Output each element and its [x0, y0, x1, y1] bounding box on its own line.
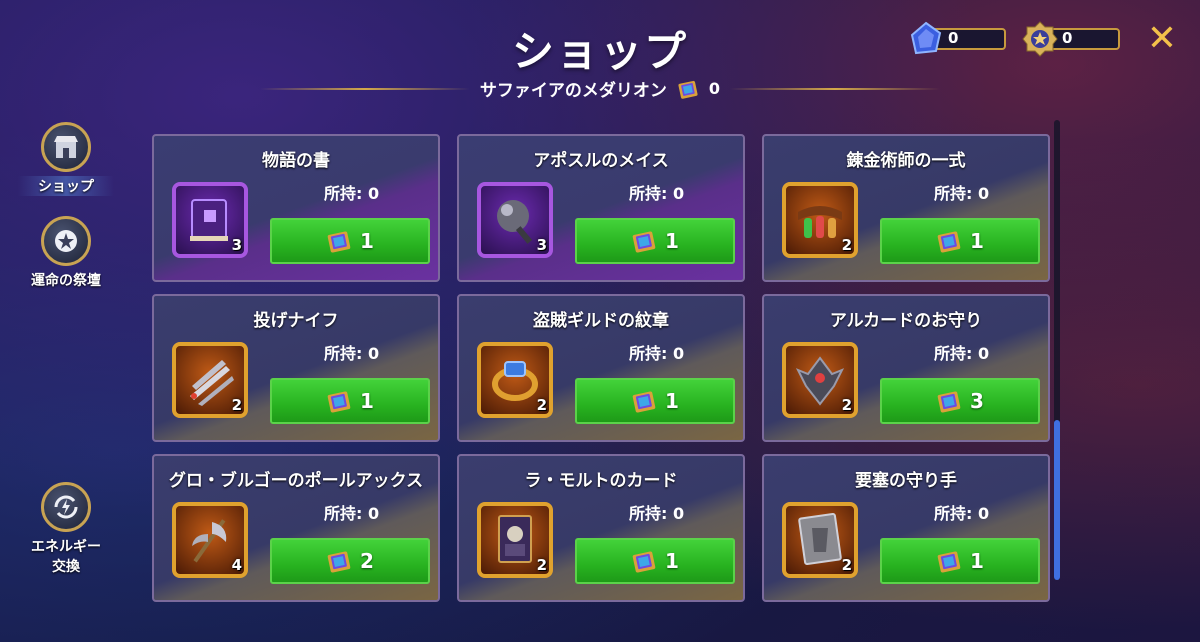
- close-button[interactable]: ✕: [1146, 21, 1178, 57]
- item-price: 1: [970, 229, 984, 253]
- buy-button[interactable]: 1: [880, 538, 1040, 584]
- sidebar-item-energy-exchange[interactable]: エネルギー 交換: [18, 482, 114, 576]
- item-owned: 所持: 0: [629, 184, 685, 203]
- item-price: 1: [360, 229, 374, 253]
- sapphire-medallion-icon: [631, 548, 657, 574]
- item-count: 2: [841, 556, 852, 574]
- currency-star[interactable]: 0: [1022, 21, 1120, 57]
- item-count: 3: [231, 236, 242, 254]
- sidebar-item-shop[interactable]: ショップ: [18, 122, 114, 196]
- item-owned: 所持: 0: [324, 184, 380, 203]
- item-price: 2: [360, 549, 374, 573]
- energy-exchange-icon: [41, 482, 91, 532]
- potions-icon: 2: [782, 182, 858, 258]
- item-owned: 所持: 0: [324, 344, 380, 363]
- sapphire-medallion-icon: [677, 78, 699, 100]
- shield-icon: 2: [782, 502, 858, 578]
- shop-item-card[interactable]: アルカードのお守り 所持: 0 2 3: [762, 294, 1050, 442]
- item-owned: 所持: 0: [324, 504, 380, 523]
- divider-left: [259, 87, 470, 90]
- shop-item-card[interactable]: 物語の書 所持: 0 3 1: [152, 134, 440, 282]
- shop-item-card[interactable]: グロ・ブルゴーのポールアックス 所持: 0 4 2: [152, 454, 440, 602]
- currency-energy-value: 0: [948, 29, 959, 47]
- item-count: 4: [231, 556, 242, 574]
- medallion-count: 0: [708, 79, 721, 98]
- star-badge-icon: [41, 216, 91, 266]
- item-name: グロ・ブルゴーのポールアックス: [168, 471, 424, 491]
- item-count: 2: [231, 396, 242, 414]
- book-icon: 3: [172, 182, 248, 258]
- item-name: 物語の書: [262, 151, 330, 171]
- buy-button[interactable]: 2: [270, 538, 430, 584]
- item-count: 3: [536, 236, 547, 254]
- item-price: 1: [665, 229, 679, 253]
- shop-item-card[interactable]: 盗賊ギルドの紋章 所持: 0 2 1: [457, 294, 745, 442]
- shop-item-card[interactable]: 錬金術師の一式 所持: 0 2 1: [762, 134, 1050, 282]
- divider-right: [730, 87, 941, 90]
- sapphire-medallion-icon: [936, 388, 962, 414]
- item-name: アルカードのお守り: [829, 311, 983, 331]
- currency-star-value: 0: [1062, 29, 1073, 47]
- sidebar-item-label: エネルギー 交換: [18, 536, 114, 576]
- currency-subtitle: サファイアのメダリオン 0: [0, 76, 1200, 101]
- amulet-icon: 2: [782, 342, 858, 418]
- item-owned: 所持: 0: [629, 344, 685, 363]
- sapphire-medallion-icon: [326, 548, 352, 574]
- item-name: ラ・モルトのカード: [524, 471, 678, 491]
- scrollbar[interactable]: [1054, 120, 1060, 580]
- buy-button[interactable]: 1: [575, 218, 735, 264]
- item-name: アポスルのメイス: [533, 151, 669, 171]
- buy-button[interactable]: 3: [880, 378, 1040, 424]
- item-count: 2: [536, 556, 547, 574]
- buy-button[interactable]: 1: [575, 378, 735, 424]
- poleaxe-icon: 4: [172, 502, 248, 578]
- energy-crystal-icon: [910, 21, 942, 55]
- sidebar-item-label: 運命の祭壇: [31, 273, 101, 289]
- sapphire-medallion-icon: [326, 388, 352, 414]
- item-name: 錬金術師の一式: [846, 151, 966, 171]
- item-price: 1: [360, 389, 374, 413]
- sidebar-label-line1: エネルギー: [31, 539, 101, 555]
- sidebar-item-altar[interactable]: 運命の祭壇: [18, 216, 114, 290]
- item-price: 1: [665, 549, 679, 573]
- shop-item-card[interactable]: 要塞の守り手 所持: 0 2 1: [762, 454, 1050, 602]
- item-owned: 所持: 0: [934, 504, 990, 523]
- sapphire-medallion-icon: [936, 548, 962, 574]
- item-name: 盗賊ギルドの紋章: [533, 311, 669, 331]
- shop-item-card[interactable]: 投げナイフ 所持: 0 2 1: [152, 294, 440, 442]
- sidebar-item-label: ショップ: [18, 176, 114, 196]
- item-name: 投げナイフ: [253, 311, 339, 331]
- item-price: 3: [970, 389, 984, 413]
- item-owned: 所持: 0: [934, 184, 990, 203]
- card-icon: 2: [477, 502, 553, 578]
- star-medal-icon: [1022, 21, 1058, 57]
- ring-icon: 2: [477, 342, 553, 418]
- item-owned: 所持: 0: [629, 504, 685, 523]
- sapphire-medallion-icon: [936, 228, 962, 254]
- sapphire-medallion-icon: [326, 228, 352, 254]
- page-title: ショップ: [511, 27, 688, 76]
- currency-energy[interactable]: 0: [908, 21, 1006, 55]
- item-count: 2: [841, 236, 852, 254]
- item-price: 1: [970, 549, 984, 573]
- sapphire-medallion-icon: [631, 228, 657, 254]
- item-count: 2: [536, 396, 547, 414]
- sapphire-medallion-icon: [631, 388, 657, 414]
- buy-button[interactable]: 1: [575, 538, 735, 584]
- subtitle-text: サファイアのメダリオン: [479, 81, 667, 101]
- scrollbar-thumb[interactable]: [1054, 420, 1060, 580]
- shop-item-card[interactable]: アポスルのメイス 所持: 0 3 1: [457, 134, 745, 282]
- knives-icon: 2: [172, 342, 248, 418]
- buy-button[interactable]: 1: [270, 218, 430, 264]
- sidebar-label-line2: 交換: [52, 559, 80, 575]
- shop-item-card[interactable]: ラ・モルトのカード 所持: 0 2 1: [457, 454, 745, 602]
- item-count: 2: [841, 396, 852, 414]
- buy-button[interactable]: 1: [880, 218, 1040, 264]
- item-owned: 所持: 0: [934, 344, 990, 363]
- item-price: 1: [665, 389, 679, 413]
- shop-icon: [41, 122, 91, 172]
- mace-icon: 3: [477, 182, 553, 258]
- buy-button[interactable]: 1: [270, 378, 430, 424]
- item-name: 要塞の守り手: [855, 471, 957, 491]
